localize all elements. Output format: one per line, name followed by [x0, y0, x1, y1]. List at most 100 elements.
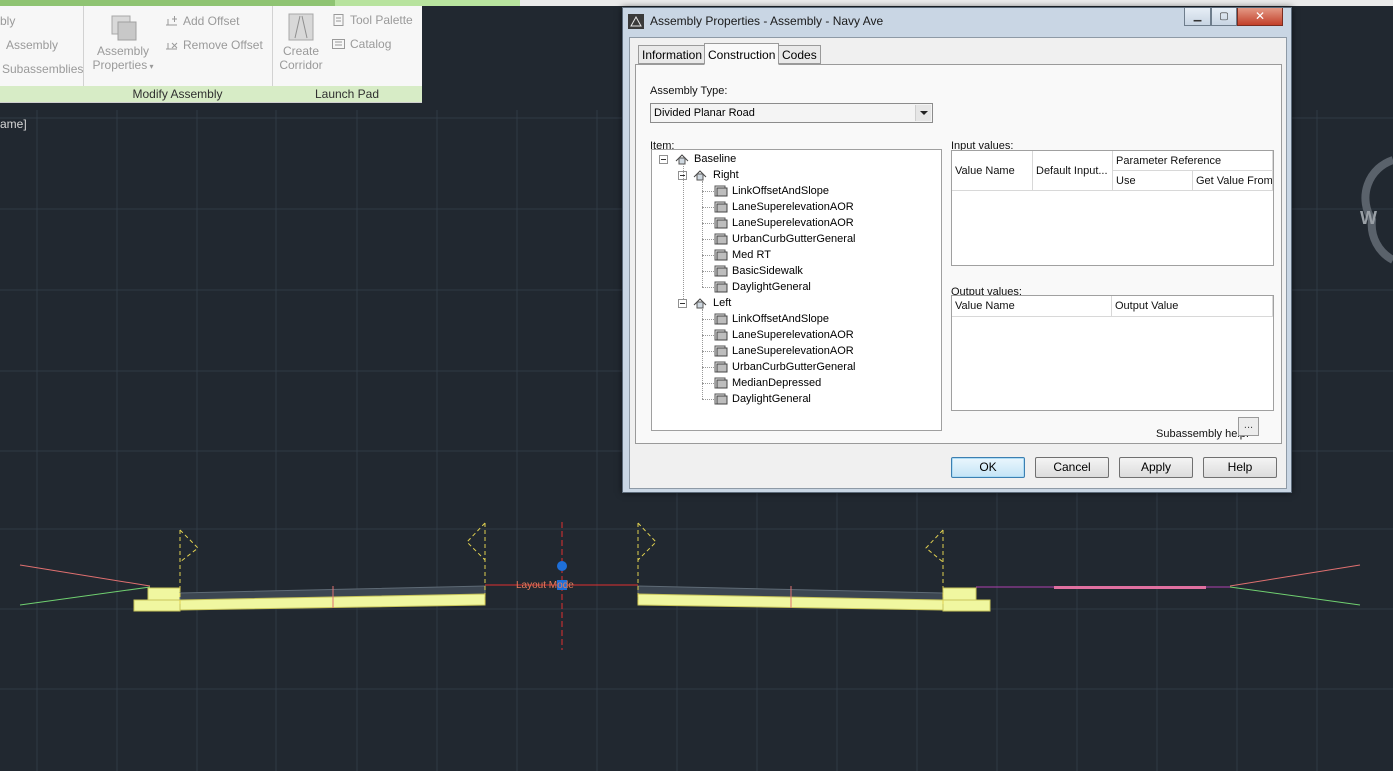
ok-button[interactable]: OK: [951, 457, 1025, 478]
dialog-title-bar[interactable]: Assembly Properties - Assembly - Navy Av…: [623, 8, 1291, 36]
col-use[interactable]: Use: [1113, 171, 1193, 191]
tab-information[interactable]: Information: [638, 45, 707, 64]
create-corridor-icon: [288, 13, 314, 41]
subassembly-tree[interactable]: Baseline Right LinkOffsetAndSlope LaneSuper…: [651, 149, 942, 431]
tree-item-subassembly[interactable]: DaylightGeneral: [732, 391, 811, 407]
tree-item-left[interactable]: Left: [713, 295, 731, 311]
input-values-grid[interactable]: Value Name Default Input... Parameter Re…: [951, 150, 1274, 266]
tree-item-subassembly[interactable]: LaneSuperelevationAOR: [732, 343, 854, 359]
tree-item-baseline[interactable]: Baseline: [694, 151, 736, 167]
tree-connector: [702, 383, 714, 384]
tree-item-subassembly[interactable]: LaneSuperelevationAOR: [732, 327, 854, 343]
tree-collapse-left[interactable]: [678, 299, 687, 308]
tree-collapse-baseline[interactable]: [659, 155, 668, 164]
col-output-value[interactable]: Output Value: [1112, 296, 1273, 317]
close-icon: ✕: [1254, 9, 1266, 23]
tree-connector: [702, 287, 714, 288]
dropdown-arrow-icon: ▾: [147, 62, 154, 71]
tree-item-subassembly[interactable]: LinkOffsetAndSlope: [732, 311, 829, 327]
tree-item-subassembly[interactable]: LaneSuperelevationAOR: [732, 215, 854, 231]
col-default-input[interactable]: Default Input...: [1033, 151, 1113, 191]
maximize-icon: ▢: [1219, 11, 1229, 22]
ribbon-panel-title-launch-pad: Launch Pad: [272, 86, 422, 102]
median-subassembly: [1054, 586, 1206, 589]
assembly-properties-button[interactable]: Assembly Properties ▾: [91, 12, 155, 74]
chevron-down-icon: [915, 105, 931, 121]
minimize-icon: ▁: [1193, 11, 1202, 22]
dialog-body: Information Construction Codes Assembly …: [629, 37, 1287, 489]
add-offset-button[interactable]: Add Offset: [165, 14, 239, 28]
help-button[interactable]: Help: [1203, 457, 1277, 478]
maximize-button[interactable]: ▢: [1211, 8, 1237, 26]
tree-item-subassembly[interactable]: LinkOffsetAndSlope: [732, 183, 829, 199]
minimize-button[interactable]: ▁: [1184, 8, 1211, 26]
dialog-title: Assembly Properties - Assembly - Navy Av…: [650, 14, 884, 28]
col-parameter-reference[interactable]: Parameter Reference: [1113, 151, 1273, 171]
remove-offset-button[interactable]: Remove Offset: [165, 38, 263, 52]
subassembly-icon: [714, 393, 728, 405]
ribbon-item-partial-2[interactable]: Assembly: [6, 38, 58, 52]
viewcube-letter: W: [1360, 208, 1377, 228]
tree-item-subassembly[interactable]: Med RT: [732, 247, 771, 263]
tab-construction[interactable]: Construction: [704, 43, 780, 65]
baseline-icon: [675, 154, 689, 165]
baseline-marker[interactable]: Layout Mode: [485, 522, 638, 650]
ribbon-panel-partial: bly Assembly Subassemblies: [0, 6, 84, 102]
tool-palette-label: Tool Palette: [350, 13, 413, 27]
col-output-value-name[interactable]: Value Name: [952, 296, 1112, 317]
right-roadway-subassemblies: [637, 522, 1230, 612]
subassembly-icon: [714, 217, 728, 229]
tree-connector: [702, 399, 714, 400]
create-corridor-button[interactable]: Create Corridor: [276, 12, 326, 72]
ribbon-item-partial-1[interactable]: bly: [0, 14, 15, 28]
ribbon-item-partial-3[interactable]: Subassemblies: [2, 62, 83, 76]
tree-connector: [702, 309, 703, 399]
catalog-label: Catalog: [350, 37, 392, 51]
tree-item-right[interactable]: Right: [713, 167, 739, 183]
tree-connector: [702, 207, 714, 208]
tree-item-subassembly[interactable]: BasicSidewalk: [732, 263, 803, 279]
subassembly-icon: [714, 233, 728, 245]
tool-palette-button[interactable]: Tool Palette: [332, 13, 413, 27]
construction-tab-page: Assembly Type: Divided Planar Road Item:…: [635, 64, 1282, 444]
assembly-properties-icon: [111, 15, 137, 41]
assembly-properties-label: Assembly Properties: [92, 44, 149, 72]
subassembly-help-button[interactable]: ...: [1238, 417, 1259, 436]
output-values-grid[interactable]: Value Name Output Value: [951, 295, 1274, 411]
subassembly-icon: [714, 345, 728, 357]
subassembly-icon: [714, 361, 728, 373]
create-corridor-label: Create Corridor: [279, 44, 323, 72]
tree-item-subassembly[interactable]: DaylightGeneral: [732, 279, 811, 295]
tree-item-subassembly[interactable]: UrbanCurbGutterGeneral: [732, 231, 856, 247]
ribbon-panel-title-modify-assembly: Modify Assembly: [83, 86, 272, 102]
tree-connector: [702, 239, 714, 240]
tree-connector: [702, 335, 714, 336]
viewport-label[interactable]: ame]: [0, 117, 27, 131]
tree-connector: [702, 223, 714, 224]
tree-item-subassembly[interactable]: UrbanCurbGutterGeneral: [732, 359, 856, 375]
tree-connector: [702, 191, 714, 192]
subassembly-icon: [714, 201, 728, 213]
tree-connector: [702, 351, 714, 352]
left-roadway-subassemblies: [133, 522, 486, 612]
catalog-button[interactable]: Catalog: [332, 37, 391, 51]
tree-connector: [683, 164, 684, 299]
col-value-name[interactable]: Value Name: [952, 151, 1033, 191]
remove-offset-icon: [166, 42, 178, 50]
tree-item-subassembly[interactable]: LaneSuperelevationAOR: [732, 199, 854, 215]
close-button[interactable]: ✕: [1237, 8, 1283, 26]
baseline-grip[interactable]: [557, 561, 567, 571]
apply-button[interactable]: Apply: [1119, 457, 1193, 478]
tree-item-subassembly[interactable]: MedianDepressed: [732, 375, 821, 391]
cancel-button[interactable]: Cancel: [1035, 457, 1109, 478]
add-offset-label: Add Offset: [183, 14, 240, 28]
layout-mode-label: Layout Mode: [516, 580, 574, 591]
assembly-type-select[interactable]: Divided Planar Road: [650, 103, 933, 123]
ribbon-panel-launch-pad: Create Corridor Tool Palette Catalog Lau…: [272, 6, 422, 102]
viewcube[interactable]: W: [1360, 156, 1393, 264]
tab-codes[interactable]: Codes: [778, 45, 821, 64]
subassembly-icon: [714, 249, 728, 261]
assembly-type-label: Assembly Type:: [650, 85, 728, 97]
col-get-value-from[interactable]: Get Value From: [1193, 171, 1273, 191]
subassembly-help-label: Subassembly help:: [1156, 428, 1249, 440]
